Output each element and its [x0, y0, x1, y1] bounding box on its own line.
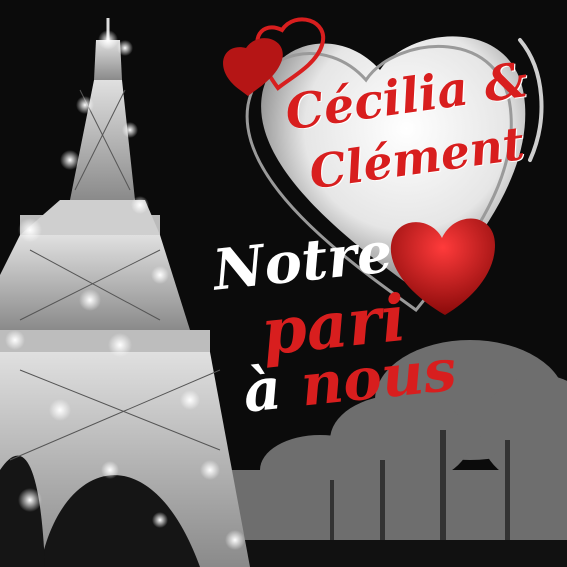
album-title-word-a: à	[240, 351, 305, 426]
album-cover: Cécilia & Clément Notre pari à nous	[0, 0, 567, 567]
eiffel-tower-icon	[0, 18, 250, 567]
